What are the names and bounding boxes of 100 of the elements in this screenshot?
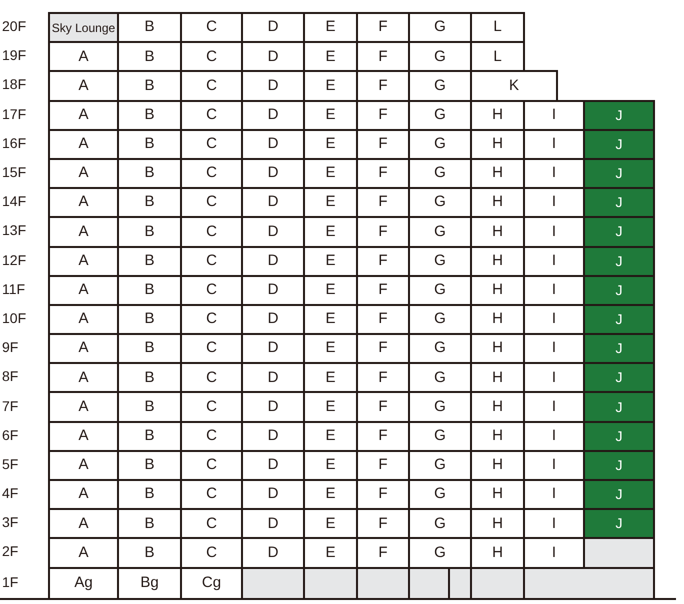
floor-unit: I [525,537,585,567]
floor-unit: C [182,70,243,100]
floor-label: 15F [2,163,26,182]
floor-unit: A [48,304,119,334]
floor-unit: E [305,187,358,216]
floor-unit: J [585,450,655,479]
floor-unit: B [119,420,182,450]
floor-unit: J [585,187,655,216]
floor-unit: C [182,216,243,246]
floor-unit: J [585,216,655,246]
floor-unit: J [585,158,655,188]
floor-unit: G [410,508,472,538]
floor-label: 13F [2,221,26,240]
floor-unit: F [358,274,410,304]
floor-unit: C [182,246,243,275]
floor-unit: E [305,333,358,362]
floor-unit: G [410,128,472,158]
floor-unit: I [525,362,585,392]
floor-unit: J [585,391,655,421]
floor-unit: D [243,362,305,392]
floor-unit: B [119,70,182,100]
floor-unit: A [48,70,119,100]
floor-unit: A [48,391,119,421]
floor-unit: H [472,450,525,479]
floor-unit: G [410,158,472,188]
floor-unit: A [48,216,119,246]
floor-unit: E [305,450,358,479]
floor-unit: Ag [48,566,119,598]
floor-unit: K [472,70,558,100]
floor-unit: G [410,333,472,362]
floor-unit: C [182,450,243,479]
floor-unit: F [358,41,410,70]
floor-unit: G [410,420,472,450]
floor-unit: J [585,304,655,334]
floor-unit: C [182,274,243,304]
floor-unit: E [305,216,358,246]
floor-label: 10F [2,308,26,328]
floor-unit: G [410,537,472,567]
floor-unit: G [410,41,472,70]
floor-unit: D [243,246,305,275]
floor-unit: I [525,479,585,508]
floor-unit: A [48,158,119,188]
floor-label: 5F [2,454,18,474]
floor-unit: E [305,158,358,188]
floor-unit: Cg [182,566,243,598]
floor-unit: E [305,100,358,129]
floor-unit: D [243,70,305,100]
floor-unit: E [305,362,358,392]
floor-unit: D [243,216,305,246]
floor-unit: D [243,304,305,334]
floor-unit: G [410,450,472,479]
floor-unit: E [305,420,358,450]
floor-label: 14F [2,192,26,212]
floor-label: 12F [2,250,26,270]
floor-unit: H [472,537,525,567]
floor-unit: E [305,508,358,538]
floor-unit: F [358,70,410,100]
floor-unit: D [243,479,305,508]
floor-unit: D [243,41,305,70]
floor-label: 2F [2,542,18,562]
floor-unit: H [472,508,525,538]
floor-unit: H [472,304,525,334]
floor-unit: F [358,12,410,42]
floor-unit: A [48,128,119,158]
floor-unit: G [410,216,472,246]
floor-label: 17F [2,104,26,124]
floor-unit: B [119,216,182,246]
floor-unit: D [243,420,305,450]
floor-unit: B [119,41,182,70]
floor-label: 18F [2,75,26,94]
floor-unit: G [410,12,472,42]
floor-unit: C [182,187,243,216]
floor-unit: F [358,158,410,188]
floor-unit: F [358,479,410,508]
lounge-unit: Sky Lounge [48,12,119,42]
floor-unit: C [182,391,243,421]
floor-unit: F [358,508,410,538]
floor-unit: A [48,450,119,479]
floor-unit: G [410,479,472,508]
floor-unit: D [243,128,305,158]
floor-unit: B [119,450,182,479]
floor-unit: B [119,158,182,188]
floor-unit: E [305,246,358,275]
floor-unit: F [358,246,410,275]
floor-unit: G [410,70,472,100]
floor-unit: A [48,333,119,362]
floor-unit: H [472,333,525,362]
floor-unit: I [525,216,585,246]
floor-unit: F [358,537,410,567]
floor-unit: H [472,391,525,421]
floor-unit: I [525,508,585,538]
floor-unit: B [119,187,182,216]
floor-unit: E [305,41,358,70]
floor-unit: B [119,304,182,334]
floor-unit: D [243,100,305,129]
floor-unit: I [525,450,585,479]
floor-unit: D [243,12,305,42]
floor-unit: H [472,128,525,158]
floor-unit: A [48,246,119,275]
floor-unit: F [358,391,410,421]
